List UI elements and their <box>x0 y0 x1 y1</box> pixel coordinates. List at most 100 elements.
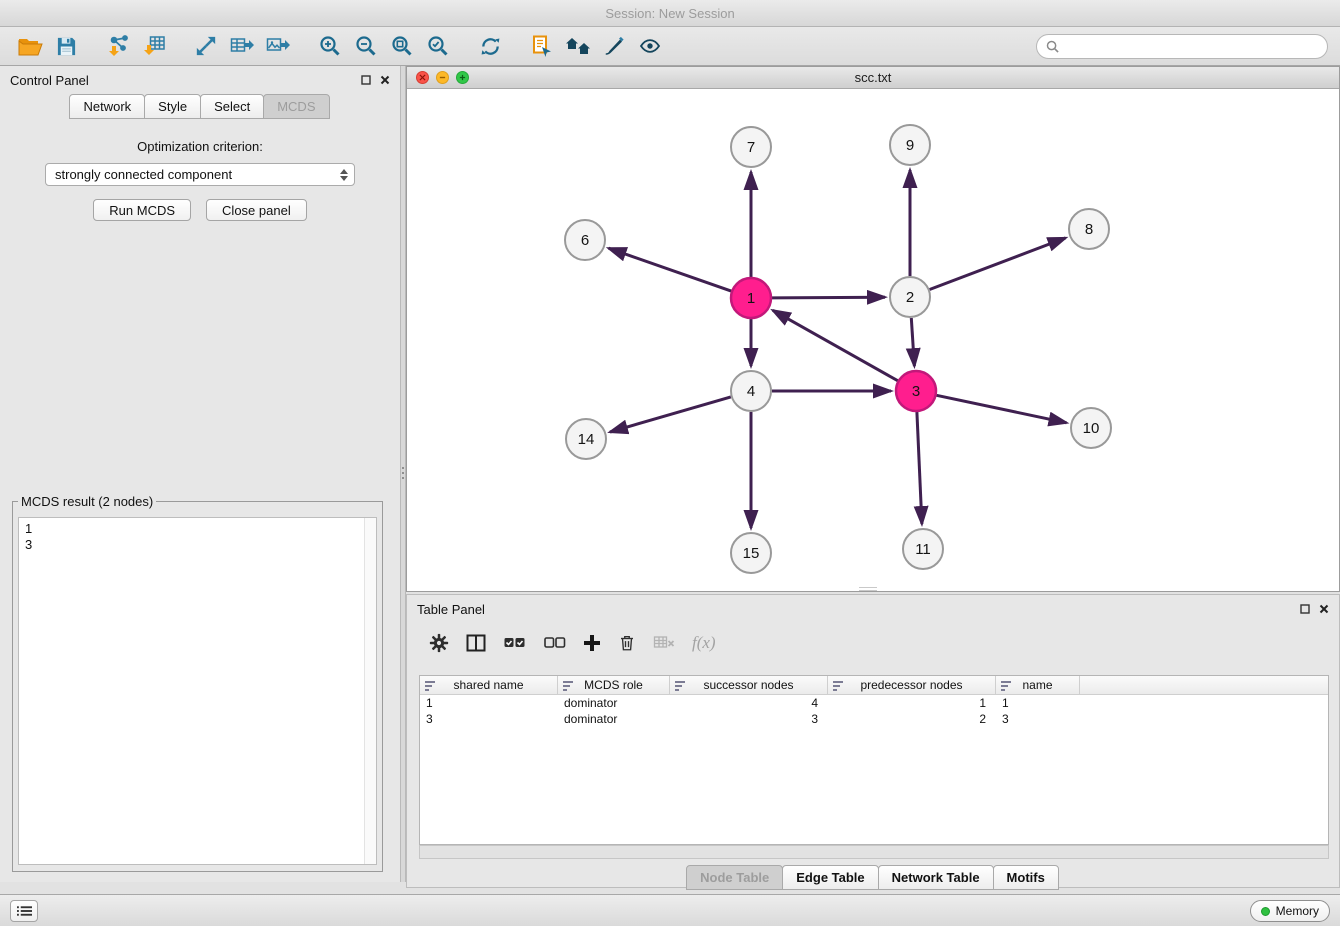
home-icon <box>565 36 591 56</box>
graph-edge-1-2[interactable] <box>772 297 885 298</box>
list-icon <box>17 905 32 917</box>
column-header-label: successor nodes <box>703 678 793 692</box>
graph-node-4[interactable]: 4 <box>731 371 771 411</box>
control-panel: Control Panel NetworkStyleSelectMCDS Opt… <box>0 66 400 882</box>
table-row[interactable]: 3dominator323 <box>420 711 1328 727</box>
graph-node-14[interactable]: 14 <box>566 419 606 459</box>
float-panel-icon[interactable] <box>1300 604 1310 614</box>
optimization-select[interactable]: strongly connected component <box>45 163 355 186</box>
graph-node-1[interactable]: 1 <box>731 278 771 318</box>
status-menu-button[interactable] <box>10 900 38 922</box>
graph-node-6[interactable]: 6 <box>565 220 605 260</box>
column-header-name[interactable]: name <box>996 676 1080 694</box>
apply-style-button[interactable] <box>596 30 632 62</box>
table-settings-button[interactable] <box>429 629 449 657</box>
zoom-out-button[interactable] <box>348 30 384 62</box>
deselect-all-button[interactable] <box>543 629 566 657</box>
export-table-icon <box>230 36 254 56</box>
table-hscrollbar[interactable] <box>419 845 1329 859</box>
tab-style[interactable]: Style <box>144 94 201 119</box>
graph-edge-2-3[interactable] <box>911 318 914 366</box>
memory-button[interactable]: Memory <box>1250 900 1330 922</box>
column-header-successor-nodes[interactable]: successor nodes <box>670 676 828 694</box>
show-hide-button[interactable] <box>632 30 668 62</box>
network-canvas[interactable]: 7 9 6 8 1 2 4 3 14 10 15 11 <box>407 89 1339 591</box>
search-icon <box>1046 40 1059 53</box>
home-views-button[interactable] <box>560 30 596 62</box>
network-window-titlebar[interactable]: scc.txt <box>407 67 1339 89</box>
zoom-selected-button[interactable] <box>420 30 456 62</box>
columns-icon <box>466 634 486 652</box>
close-panel-icon[interactable] <box>380 75 390 85</box>
tab-node-table[interactable]: Node Table <box>686 865 783 890</box>
delete-column-button[interactable] <box>618 629 636 657</box>
tab-network-table[interactable]: Network Table <box>878 865 994 890</box>
show-columns-button[interactable] <box>466 629 486 657</box>
search-input[interactable] <box>1064 39 1318 54</box>
network-graph[interactable]: 7 9 6 8 1 2 4 3 14 10 15 11 <box>407 89 1339 591</box>
tab-mcds[interactable]: MCDS <box>263 94 329 119</box>
tab-motifs[interactable]: Motifs <box>993 865 1059 890</box>
plus-icon <box>583 634 601 652</box>
network-view-window: scc.txt 7 9 6 8 1 2 4 3 14 10 15 11 <box>406 66 1340 592</box>
graph-edge-4-14[interactable] <box>610 397 731 432</box>
import-table-button[interactable] <box>136 30 172 62</box>
close-panel-icon[interactable] <box>1319 604 1329 614</box>
document-share-icon <box>531 35 553 57</box>
graph-node-2[interactable]: 2 <box>890 277 930 317</box>
mcds-result-list[interactable]: 13 <box>18 517 377 865</box>
open-session-button[interactable] <box>12 30 48 62</box>
export-network-button[interactable] <box>188 30 224 62</box>
zoom-in-button[interactable] <box>312 30 348 62</box>
mcds-result-line: 3 <box>25 537 370 553</box>
column-header-predecessor-nodes[interactable]: predecessor nodes <box>828 676 996 694</box>
mcds-result-line: 1 <box>25 521 370 537</box>
graph-node-3[interactable]: 3 <box>896 371 936 411</box>
sort-icon <box>425 681 436 691</box>
column-header-mcds-role[interactable]: MCDS role <box>558 676 670 694</box>
result-scrollbar[interactable] <box>364 518 376 864</box>
run-mcds-button[interactable]: Run MCDS <box>93 199 191 221</box>
tab-edge-table[interactable]: Edge Table <box>782 865 878 890</box>
graph-edge-3-10[interactable] <box>937 395 1067 423</box>
annotation-button[interactable] <box>524 30 560 62</box>
graph-node-7[interactable]: 7 <box>731 127 771 167</box>
zoom-fit-button[interactable] <box>384 30 420 62</box>
close-panel-button[interactable]: Close panel <box>206 199 307 221</box>
column-header-shared-name[interactable]: shared name <box>420 676 558 694</box>
node-label: 3 <box>912 383 920 400</box>
graph-node-15[interactable]: 15 <box>731 533 771 573</box>
create-column-button[interactable] <box>583 629 601 657</box>
export-table-button[interactable] <box>224 30 260 62</box>
status-bar: Memory <box>0 894 1340 926</box>
graph-node-11[interactable]: 11 <box>903 529 943 569</box>
minimize-window-icon[interactable] <box>436 71 449 84</box>
close-window-icon[interactable] <box>416 71 429 84</box>
zoom-window-icon[interactable] <box>456 71 469 84</box>
table-cell: 3 <box>420 711 558 727</box>
table-row[interactable]: 1dominator411 <box>420 695 1328 711</box>
graph-node-10[interactable]: 10 <box>1071 408 1111 448</box>
graph-edge-1-6[interactable] <box>609 248 732 291</box>
sort-icon <box>833 681 844 691</box>
graph-edge-2-8[interactable] <box>930 238 1066 290</box>
graph-node-8[interactable]: 8 <box>1069 209 1109 249</box>
tab-network[interactable]: Network <box>69 94 145 119</box>
graph-edge-3-1[interactable] <box>773 310 898 380</box>
search-field[interactable] <box>1036 34 1328 59</box>
table-cell: 1 <box>996 695 1080 711</box>
float-panel-icon[interactable] <box>361 75 371 85</box>
graph-edge-3-11[interactable] <box>917 412 922 524</box>
export-image-button[interactable] <box>260 30 296 62</box>
tab-select[interactable]: Select <box>200 94 264 119</box>
resize-grip-icon[interactable] <box>859 587 877 591</box>
brush-icon <box>603 35 625 57</box>
eye-icon <box>638 37 662 55</box>
node-label: 7 <box>747 139 755 156</box>
graph-node-9[interactable]: 9 <box>890 125 930 165</box>
import-network-button[interactable] <box>100 30 136 62</box>
save-session-button[interactable] <box>48 30 84 62</box>
refresh-button[interactable] <box>472 30 508 62</box>
select-all-button[interactable] <box>503 629 526 657</box>
node-table[interactable]: shared nameMCDS role successor nodes prede… <box>419 675 1329 845</box>
